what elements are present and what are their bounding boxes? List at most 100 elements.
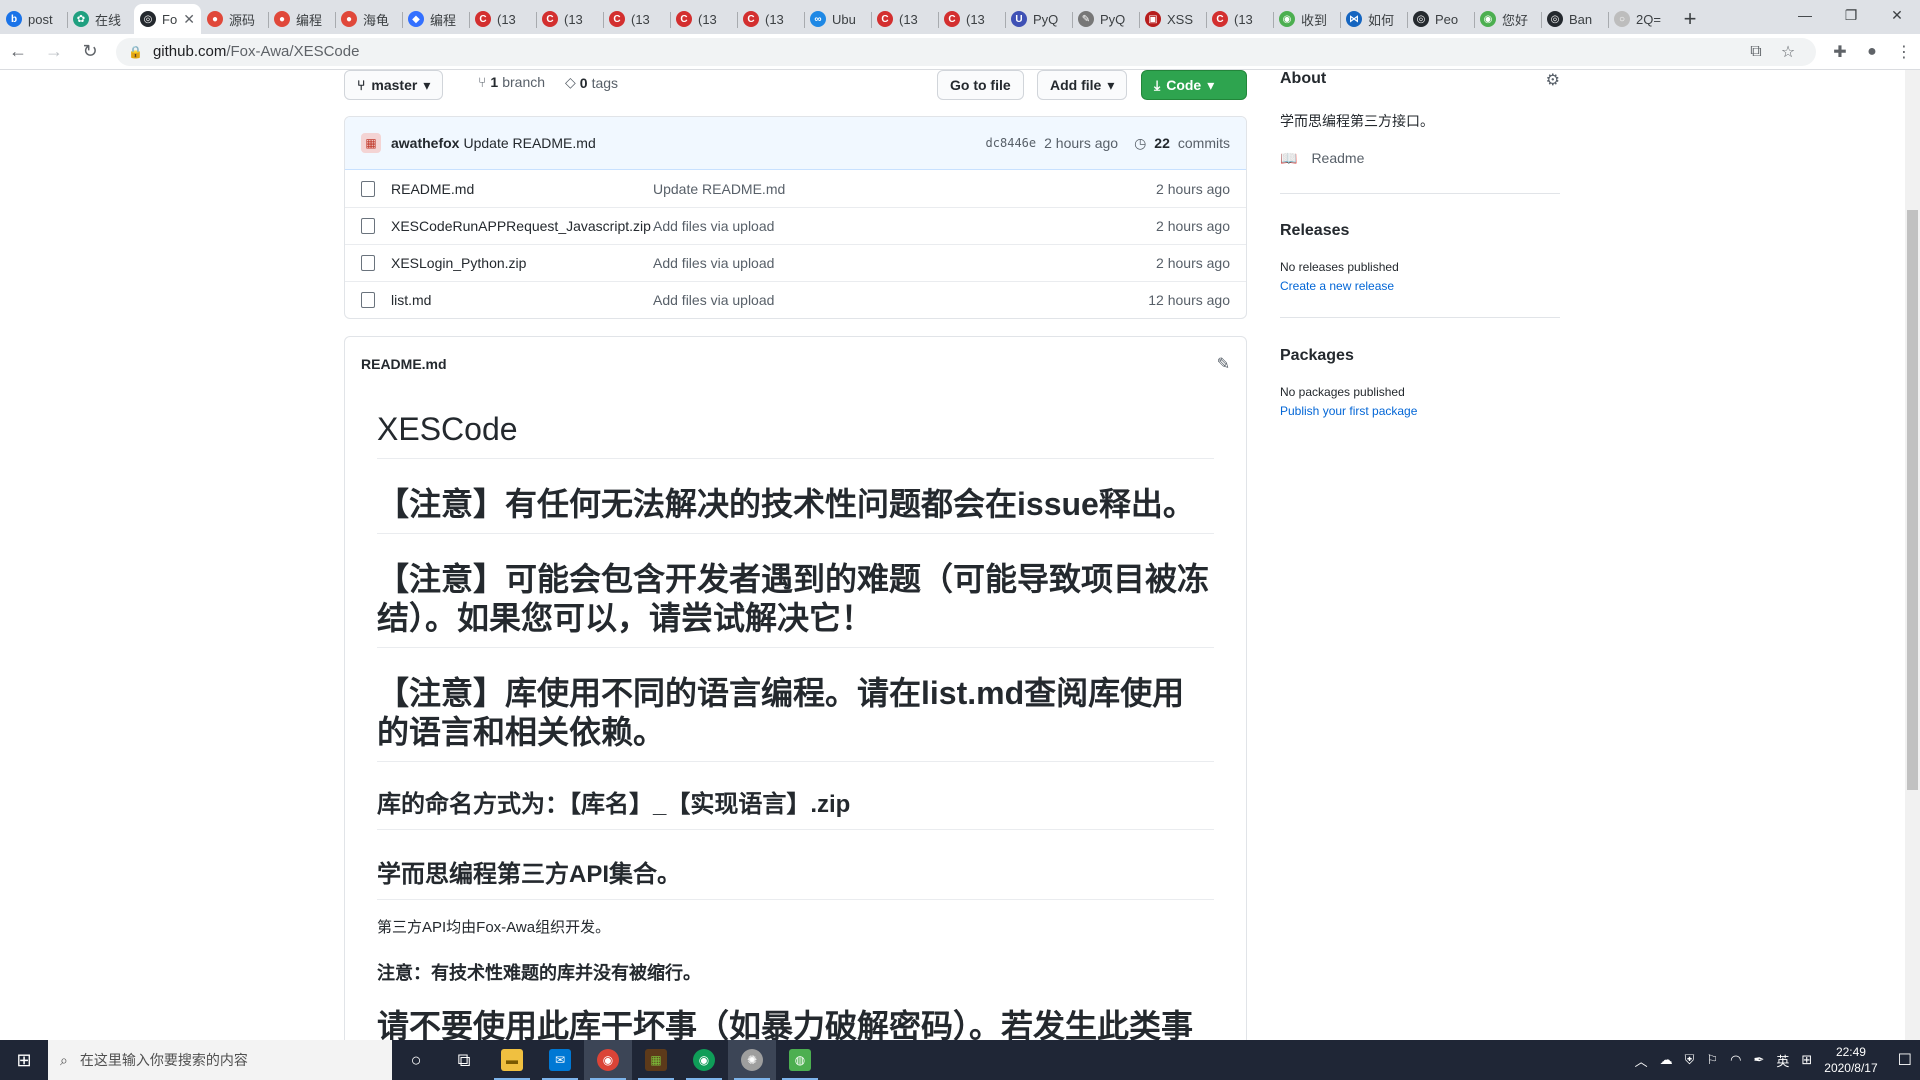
file-commit-message[interactable]: Add files via upload — [653, 292, 1148, 308]
page-scrollbar[interactable] — [1905, 70, 1920, 1040]
close-window-icon[interactable]: ✕ — [1874, 0, 1920, 30]
browser-tab[interactable]: ○ 2Q= — [1608, 4, 1675, 34]
branches-link[interactable]: ⑂ 1 branch — [478, 74, 545, 90]
tab-favicon-icon: ∞ — [810, 11, 826, 27]
add-file-button[interactable]: Add file ▾ — [1037, 70, 1128, 100]
browser-tab[interactable]: b post — [0, 4, 67, 34]
menu-icon[interactable]: ⋮ — [1888, 36, 1920, 68]
minecraft-icon[interactable]: ▦ — [632, 1040, 680, 1080]
packages-title[interactable]: Packages — [1280, 347, 1354, 365]
network-icon[interactable]: ⚐ — [1706, 1052, 1718, 1068]
commit-sha[interactable]: dc8446e — [986, 136, 1037, 150]
commit-message[interactable]: Update README.md — [463, 135, 595, 151]
commit-count-label[interactable]: commits — [1178, 135, 1230, 151]
onedrive-icon[interactable]: ☁ — [1660, 1052, 1673, 1068]
chrome-icon[interactable]: ◉ — [584, 1040, 632, 1080]
browser-tab[interactable]: ● 海龟 — [335, 4, 402, 34]
browser-tab[interactable]: C (13 — [603, 4, 670, 34]
profile-icon[interactable]: ● — [1856, 36, 1888, 68]
tab-close-icon[interactable]: ✕ — [183, 11, 195, 28]
browser-tab[interactable]: C (13 — [536, 4, 603, 34]
file-explorer-icon[interactable]: ▬ — [488, 1040, 536, 1080]
extensions-icon[interactable]: ✚ — [1824, 36, 1856, 68]
windows-taskbar: ⊞ ⌕ 在这里输入你要搜索的内容 ○ ⧉ ▬ ✉ ◉ ▦ ◉ ✺ ◍ ︿ ☁ ⛨… — [0, 1040, 1920, 1080]
browser-tab[interactable]: ◎ Peo — [1407, 4, 1474, 34]
tray-expand-icon[interactable]: ︿ — [1635, 1051, 1648, 1070]
notification-icon[interactable]: ☐ — [1898, 1050, 1912, 1070]
file-name[interactable]: list.md — [391, 292, 653, 308]
go-to-file-button[interactable]: Go to file — [937, 70, 1024, 100]
browser-tab[interactable]: ⋈ 如何 — [1340, 4, 1407, 34]
browser-tab[interactable]: ◆ 编程 — [402, 4, 469, 34]
new-tab-icon[interactable]: + — [1675, 4, 1705, 34]
author-avatar[interactable]: ▦ — [361, 133, 381, 153]
bookmark-star-icon[interactable]: ☆ — [1772, 36, 1804, 68]
back-icon[interactable]: ← — [0, 34, 36, 70]
browser-tab[interactable]: C (13 — [871, 4, 938, 34]
browser-tab[interactable]: ◎ Ban — [1541, 4, 1608, 34]
releases-title[interactable]: Releases — [1280, 222, 1349, 240]
file-commit-message[interactable]: Add files via upload — [653, 218, 1156, 234]
minimize-icon[interactable]: — — [1782, 0, 1828, 30]
browser-tab[interactable]: ✎ PyQ — [1072, 4, 1139, 34]
ime-language[interactable]: 英 — [1776, 1051, 1789, 1070]
app-icon[interactable]: ✺ — [728, 1040, 776, 1080]
readme-filename[interactable]: README.md — [361, 356, 447, 372]
browser-tab[interactable]: ◉ 您好 — [1474, 4, 1541, 34]
gear-icon[interactable]: ⚙ — [1546, 70, 1560, 90]
browser-tab[interactable]: ● 源码 — [201, 4, 268, 34]
pencil-icon[interactable]: ✎ — [1217, 354, 1230, 374]
browser-tab[interactable]: ✿ 在线 — [67, 4, 134, 34]
address-bar[interactable]: 🔒 github.com/Fox-Awa/XESCode ⧉ ☆ — [116, 36, 1816, 68]
browser-tab[interactable]: ∞ Ubu — [804, 4, 871, 34]
browser-tab[interactable]: C (13 — [1206, 4, 1273, 34]
windows-start-icon[interactable]: ⊞ — [0, 1040, 48, 1080]
commit-count[interactable]: 22 — [1154, 135, 1170, 151]
publish-package-link[interactable]: Publish your first package — [1280, 404, 1417, 418]
browser-tab[interactable]: C (13 — [670, 4, 737, 34]
ime-mode-icon[interactable]: ⊞ — [1801, 1052, 1812, 1068]
create-release-link[interactable]: Create a new release — [1280, 279, 1394, 293]
wifi-icon[interactable]: ◠ — [1730, 1052, 1741, 1068]
branch-select-button[interactable]: ⑂ master ▾ — [344, 70, 444, 100]
browser-tab[interactable]: ◉ 收到 — [1273, 4, 1340, 34]
file-commit-message[interactable]: Add files via upload — [653, 255, 1156, 271]
tab-title: 在线 — [95, 12, 122, 28]
code-button[interactable]: ⤓ Code ▾ — [1141, 70, 1247, 100]
translate-icon[interactable]: ⧉ — [1740, 36, 1772, 68]
file-commit-message[interactable]: Update README.md — [653, 181, 1156, 197]
commit-author[interactable]: awathefox — [391, 135, 459, 151]
tags-link[interactable]: ◇ 0 tags — [565, 74, 618, 91]
browser-tab[interactable]: ● 编程 — [268, 4, 335, 34]
scrollbar-thumb[interactable] — [1907, 210, 1918, 790]
tab-title: 您好 — [1502, 12, 1529, 28]
reload-icon[interactable]: ↻ — [72, 34, 108, 70]
file-name[interactable]: XESLogin_Python.zip — [391, 255, 653, 271]
restore-icon[interactable]: ❐ — [1828, 0, 1874, 30]
chrome-icon[interactable]: ◉ — [680, 1040, 728, 1080]
security-icon[interactable]: ⛨ — [1685, 1052, 1695, 1068]
browser-tab[interactable]: U PyQ — [1005, 4, 1072, 34]
tab-title: post — [28, 11, 53, 27]
mail-icon[interactable]: ✉ — [536, 1040, 584, 1080]
browser-tab[interactable]: ▣ XSS — [1139, 4, 1206, 34]
forward-icon[interactable]: → — [36, 34, 72, 70]
pen-icon[interactable]: ✒ — [1753, 1052, 1764, 1068]
system-clock[interactable]: 22:49 2020/8/17 — [1824, 1044, 1877, 1076]
tab-title: PyQ — [1100, 11, 1126, 27]
file-name[interactable]: XESCodeRunAPPRequest_Javascript.zip — [391, 218, 653, 234]
browser-tab[interactable]: C (13 — [469, 4, 536, 34]
taskbar-search-box[interactable]: ⌕ 在这里输入你要搜索的内容 — [48, 1040, 392, 1080]
browser-tab[interactable]: C (13 — [737, 4, 804, 34]
latest-commit-bar: ▦ awathefox Update README.md dc8446e 2 h… — [345, 117, 1246, 170]
readme-collection: 学而思编程第三方API集合。 — [377, 830, 1214, 900]
browser-tab[interactable]: ◎ Fo ✕ — [134, 4, 201, 34]
cortana-icon[interactable]: ○ — [392, 1040, 440, 1080]
readme-sidebar-link[interactable]: 📖 Readme — [1280, 150, 1364, 167]
browser-tab[interactable]: C (13 — [938, 4, 1005, 34]
file-name[interactable]: README.md — [391, 181, 653, 197]
lock-icon[interactable]: 🔒 — [128, 45, 143, 59]
readme-note-3: 【注意】库使用不同的语言编程。请在list.md查阅库使用的语言和相关依赖。 — [377, 648, 1214, 762]
task-view-icon[interactable]: ⧉ — [440, 1040, 488, 1080]
map-app-icon[interactable]: ◍ — [776, 1040, 824, 1080]
